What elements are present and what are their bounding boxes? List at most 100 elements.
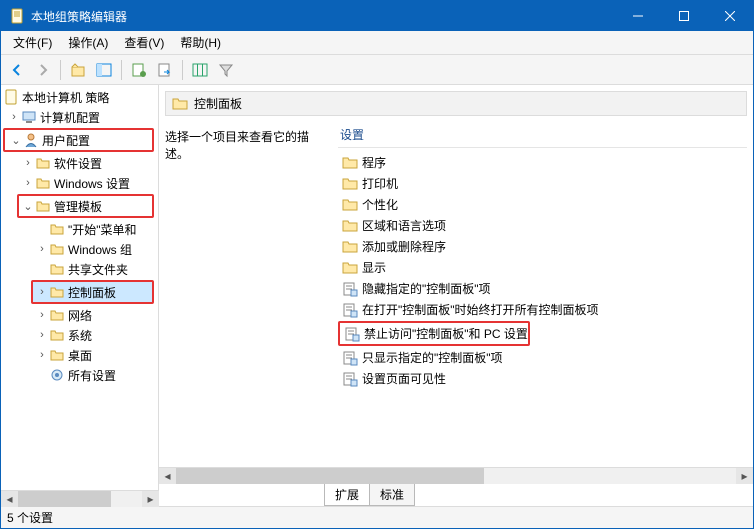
tree-windows-settings[interactable]: › Windows 设置 [1, 173, 158, 193]
forward-button[interactable] [31, 58, 55, 82]
expand-icon[interactable]: › [21, 177, 35, 189]
scroll-left-icon[interactable]: ◂ [1, 491, 18, 507]
folder-icon [49, 347, 65, 363]
list-setting-item[interactable]: 设置页面可见性 [338, 368, 747, 389]
titlebar: 本地组策略编辑器 [1, 1, 753, 31]
maximize-button[interactable] [661, 1, 707, 31]
description-text: 选择一个项目来查看它的描述。 [165, 128, 330, 162]
list-item-label: 隐藏指定的"控制面板"项 [362, 280, 491, 297]
scroll-right-icon[interactable]: ▸ [142, 491, 159, 507]
list-folder-item[interactable]: 添加或删除程序 [338, 236, 747, 257]
folder-icon [342, 176, 358, 192]
content-header: 控制面板 [165, 91, 747, 116]
list-folder-item[interactable]: 个性化 [338, 194, 747, 215]
up-button[interactable] [66, 58, 90, 82]
tree-hscrollbar[interactable]: ◂ ▸ [1, 490, 159, 507]
list-item-label: 区域和语言选项 [362, 217, 446, 234]
show-hide-tree-button[interactable] [92, 58, 116, 82]
expand-icon[interactable]: › [7, 111, 21, 123]
list-setting-item[interactable]: 禁止访问"控制面板"和 PC 设置 [340, 323, 528, 344]
content-title: 控制面板 [194, 95, 242, 112]
menu-file[interactable]: 文件(F) [5, 31, 60, 54]
toolbar [1, 55, 753, 85]
back-button[interactable] [5, 58, 29, 82]
expand-icon[interactable]: › [35, 286, 49, 298]
list-item-label: 在打开"控制面板"时始终打开所有控制面板项 [362, 301, 599, 318]
folder-icon [49, 261, 65, 277]
menu-action[interactable]: 操作(A) [60, 31, 116, 54]
list-item-label: 个性化 [362, 196, 398, 213]
menu-view[interactable]: 查看(V) [116, 31, 172, 54]
tree-computer-config[interactable]: › 计算机配置 [1, 107, 158, 127]
list-setting-item[interactable]: 在打开"控制面板"时始终打开所有控制面板项 [338, 299, 747, 320]
folder-icon [49, 307, 65, 323]
setting-icon [342, 281, 358, 297]
policy-icon [3, 89, 19, 105]
setting-icon [342, 350, 358, 366]
list-setting-item[interactable]: 只显示指定的"控制面板"项 [338, 347, 747, 368]
tree-root[interactable]: 本地计算机 策略 [1, 87, 158, 107]
list-folder-item[interactable]: 程序 [338, 152, 747, 173]
collapse-icon[interactable]: ⌄ [9, 134, 23, 147]
list-folder-item[interactable]: 打印机 [338, 173, 747, 194]
folder-icon [49, 221, 65, 237]
computer-icon [21, 109, 37, 125]
close-button[interactable] [707, 1, 753, 31]
tree-user-config[interactable]: ⌄ 用户配置 [5, 130, 152, 150]
expand-icon[interactable]: › [21, 157, 35, 169]
hscrollbar[interactable]: ◂ ▸ [159, 467, 753, 484]
folder-icon [49, 284, 65, 300]
list-item-label: 打印机 [362, 175, 398, 192]
tree-start-menu[interactable]: "开始"菜单和 [1, 219, 158, 239]
expand-icon[interactable]: › [35, 243, 49, 255]
list-item-label: 程序 [362, 154, 386, 171]
folder-icon [342, 239, 358, 255]
list-item-label: 只显示指定的"控制面板"项 [362, 349, 503, 366]
menubar: 文件(F) 操作(A) 查看(V) 帮助(H) [1, 31, 753, 55]
window-title: 本地组策略编辑器 [31, 8, 615, 25]
menu-help[interactable]: 帮助(H) [172, 31, 229, 54]
tab-extended[interactable]: 扩展 [324, 484, 370, 506]
folder-icon [172, 96, 188, 112]
list-folder-item[interactable]: 显示 [338, 257, 747, 278]
list-item-label: 添加或删除程序 [362, 238, 446, 255]
settings-list: 设置 程序打印机个性化区域和语言选项添加或删除程序显示隐藏指定的"控制面板"项在… [338, 122, 747, 461]
tree-control-panel[interactable]: › 控制面板 [33, 282, 152, 302]
scroll-left-icon[interactable]: ◂ [159, 468, 176, 484]
description-column: 选择一个项目来查看它的描述。 [165, 122, 330, 461]
tree-shared-folders[interactable]: 共享文件夹 [1, 259, 158, 279]
folder-icon [35, 155, 51, 171]
statusbar: 5 个设置 [1, 506, 753, 528]
export-button[interactable] [153, 58, 177, 82]
folder-icon [342, 155, 358, 171]
tree-windows-components[interactable]: › Windows 组 [1, 239, 158, 259]
folder-icon [342, 218, 358, 234]
folder-icon [342, 197, 358, 213]
tree-desktop[interactable]: › 桌面 [1, 345, 158, 365]
expand-icon[interactable]: › [35, 349, 49, 361]
expand-icon[interactable]: › [35, 309, 49, 321]
filter-button[interactable] [214, 58, 238, 82]
column-header-setting[interactable]: 设置 [338, 122, 747, 148]
setting-icon [342, 302, 358, 318]
expand-icon[interactable]: › [35, 329, 49, 341]
tree-software[interactable]: › 软件设置 [1, 153, 158, 173]
collapse-icon[interactable]: ⌄ [21, 200, 35, 213]
list-item-label: 显示 [362, 259, 386, 276]
tree-admin-templates[interactable]: ⌄ 管理模板 [19, 196, 152, 216]
filter-options-button[interactable] [188, 58, 212, 82]
tree-all-settings[interactable]: 所有设置 [1, 365, 158, 385]
minimize-button[interactable] [615, 1, 661, 31]
properties-button[interactable] [127, 58, 151, 82]
tree-pane: 本地计算机 策略 › 计算机配置 ⌄ 用户配置 › 软件设置 › Windows… [1, 85, 159, 506]
folder-icon [49, 327, 65, 343]
list-folder-item[interactable]: 区域和语言选项 [338, 215, 747, 236]
tree-network[interactable]: › 网络 [1, 305, 158, 325]
folder-icon [49, 241, 65, 257]
tree-system[interactable]: › 系统 [1, 325, 158, 345]
tab-standard[interactable]: 标准 [369, 484, 415, 506]
folder-icon [35, 175, 51, 191]
scroll-right-icon[interactable]: ▸ [736, 468, 753, 484]
list-setting-item[interactable]: 隐藏指定的"控制面板"项 [338, 278, 747, 299]
setting-icon [344, 326, 360, 342]
